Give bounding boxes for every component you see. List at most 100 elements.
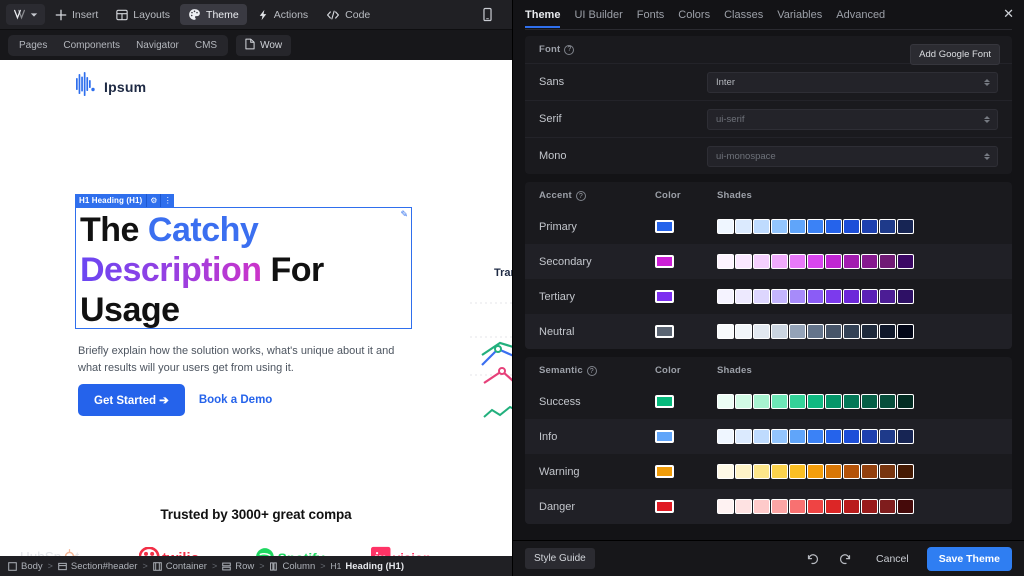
breadcrumb-item-heading[interactable]: H1 Heading (H1) xyxy=(331,561,404,572)
add-google-font-button[interactable]: Add Google Font xyxy=(910,44,1000,65)
shade-swatch-2[interactable] xyxy=(735,324,752,339)
shade-swatch-11[interactable] xyxy=(897,499,914,514)
shade-swatch-9[interactable] xyxy=(861,289,878,304)
toolbar-item-code[interactable]: Code xyxy=(318,4,378,25)
shade-swatch-10[interactable] xyxy=(879,464,896,479)
subbar-item-navigator[interactable]: Navigator xyxy=(128,37,187,54)
stepper-icon[interactable] xyxy=(984,115,990,123)
mobile-device-icon[interactable] xyxy=(473,4,502,25)
shade-swatch-4[interactable] xyxy=(771,429,788,444)
tab-colors[interactable]: Colors xyxy=(678,3,710,27)
shade-swatch-4[interactable] xyxy=(771,254,788,269)
breadcrumb-item-section[interactable]: Section#header xyxy=(58,561,137,572)
shade-swatch-3[interactable] xyxy=(753,219,770,234)
tab-theme[interactable]: Theme xyxy=(525,3,561,28)
shade-swatch-9[interactable] xyxy=(861,429,878,444)
undo-icon[interactable] xyxy=(800,550,824,568)
shade-swatch-11[interactable] xyxy=(897,289,914,304)
shade-swatch-4[interactable] xyxy=(771,219,788,234)
breadcrumb-item-column[interactable]: Column xyxy=(269,561,315,572)
help-icon[interactable]: ? xyxy=(564,44,575,55)
toolbar-item-actions[interactable]: Actions xyxy=(249,4,316,25)
design-canvas[interactable]: Ipsum H1 Heading (H1) ⚙ ⋮ ✎ The Catchy D… xyxy=(0,60,512,556)
stepper-icon[interactable] xyxy=(984,78,990,86)
shade-swatch-3[interactable] xyxy=(753,289,770,304)
accent-color-swatch[interactable] xyxy=(655,325,674,338)
sans-font-select[interactable]: Inter xyxy=(707,71,998,93)
shade-swatch-1[interactable] xyxy=(717,429,734,444)
shade-swatch-9[interactable] xyxy=(861,499,878,514)
close-icon[interactable]: ✕ xyxy=(1003,7,1014,20)
serif-font-select[interactable]: ui-serif xyxy=(707,108,998,130)
shade-swatch-11[interactable] xyxy=(897,394,914,409)
tab-variables[interactable]: Variables xyxy=(777,3,822,27)
shade-swatch-6[interactable] xyxy=(807,394,824,409)
semantic-color-swatch[interactable] xyxy=(655,395,674,408)
shade-swatch-5[interactable] xyxy=(789,429,806,444)
shade-swatch-11[interactable] xyxy=(897,324,914,339)
accent-color-swatch[interactable] xyxy=(655,220,674,233)
shade-swatch-2[interactable] xyxy=(735,464,752,479)
shade-swatch-8[interactable] xyxy=(843,324,860,339)
shade-swatch-7[interactable] xyxy=(825,499,842,514)
help-icon[interactable]: ? xyxy=(586,366,597,377)
shade-swatch-7[interactable] xyxy=(825,254,842,269)
selection-badge[interactable]: H1 Heading (H1) ⚙ ⋮ xyxy=(75,194,175,207)
shade-swatch-3[interactable] xyxy=(753,254,770,269)
subbar-item-pages[interactable]: Pages xyxy=(11,37,55,54)
toolbar-item-theme[interactable]: Theme xyxy=(180,4,247,25)
shade-swatch-5[interactable] xyxy=(789,394,806,409)
page-tab-wow[interactable]: Wow xyxy=(236,34,292,56)
shade-swatch-9[interactable] xyxy=(861,254,878,269)
help-icon[interactable]: ? xyxy=(575,191,586,202)
breadcrumb-item-row[interactable]: Row xyxy=(222,561,254,572)
shade-swatch-8[interactable] xyxy=(843,219,860,234)
shade-swatch-10[interactable] xyxy=(879,499,896,514)
shade-swatch-7[interactable] xyxy=(825,394,842,409)
semantic-color-swatch[interactable] xyxy=(655,430,674,443)
subbar-item-cms[interactable]: CMS xyxy=(187,37,225,54)
shade-swatch-8[interactable] xyxy=(843,429,860,444)
book-demo-link[interactable]: Book a Demo xyxy=(199,394,273,406)
shade-swatch-9[interactable] xyxy=(861,394,878,409)
hero-heading[interactable]: The Catchy Description For Usage xyxy=(80,210,410,330)
shade-swatch-4[interactable] xyxy=(771,324,788,339)
shade-swatch-7[interactable] xyxy=(825,429,842,444)
shade-swatch-4[interactable] xyxy=(771,289,788,304)
shade-swatch-8[interactable] xyxy=(843,464,860,479)
shade-swatch-9[interactable] xyxy=(861,464,878,479)
shade-swatch-7[interactable] xyxy=(825,464,842,479)
accent-color-swatch[interactable] xyxy=(655,290,674,303)
shade-swatch-5[interactable] xyxy=(789,289,806,304)
breadcrumb-item-body[interactable]: Body xyxy=(8,561,43,572)
shade-swatch-10[interactable] xyxy=(879,394,896,409)
shade-swatch-1[interactable] xyxy=(717,254,734,269)
shade-swatch-1[interactable] xyxy=(717,324,734,339)
tab-fonts[interactable]: Fonts xyxy=(637,3,665,27)
shade-swatch-6[interactable] xyxy=(807,289,824,304)
shade-swatch-1[interactable] xyxy=(717,219,734,234)
toolbar-item-layouts[interactable]: Layouts xyxy=(108,4,178,25)
shade-swatch-5[interactable] xyxy=(789,324,806,339)
semantic-color-swatch[interactable] xyxy=(655,465,674,478)
shade-swatch-8[interactable] xyxy=(843,394,860,409)
shade-swatch-6[interactable] xyxy=(807,464,824,479)
shade-swatch-8[interactable] xyxy=(843,289,860,304)
shade-swatch-2[interactable] xyxy=(735,254,752,269)
tab-advanced[interactable]: Advanced xyxy=(836,3,885,27)
gear-icon[interactable]: ⚙ xyxy=(146,194,161,207)
shade-swatch-11[interactable] xyxy=(897,464,914,479)
get-started-button[interactable]: Get Started ➔ xyxy=(78,384,185,416)
shade-swatch-6[interactable] xyxy=(807,324,824,339)
shade-swatch-3[interactable] xyxy=(753,464,770,479)
shade-swatch-1[interactable] xyxy=(717,394,734,409)
shade-swatch-3[interactable] xyxy=(753,429,770,444)
mono-font-select[interactable]: ui-monospace xyxy=(707,145,998,167)
toolbar-item-insert[interactable]: Insert xyxy=(47,4,106,25)
shade-swatch-6[interactable] xyxy=(807,219,824,234)
shade-swatch-8[interactable] xyxy=(843,254,860,269)
shade-swatch-1[interactable] xyxy=(717,289,734,304)
shade-swatch-7[interactable] xyxy=(825,219,842,234)
shade-swatch-6[interactable] xyxy=(807,499,824,514)
semantic-color-swatch[interactable] xyxy=(655,500,674,513)
